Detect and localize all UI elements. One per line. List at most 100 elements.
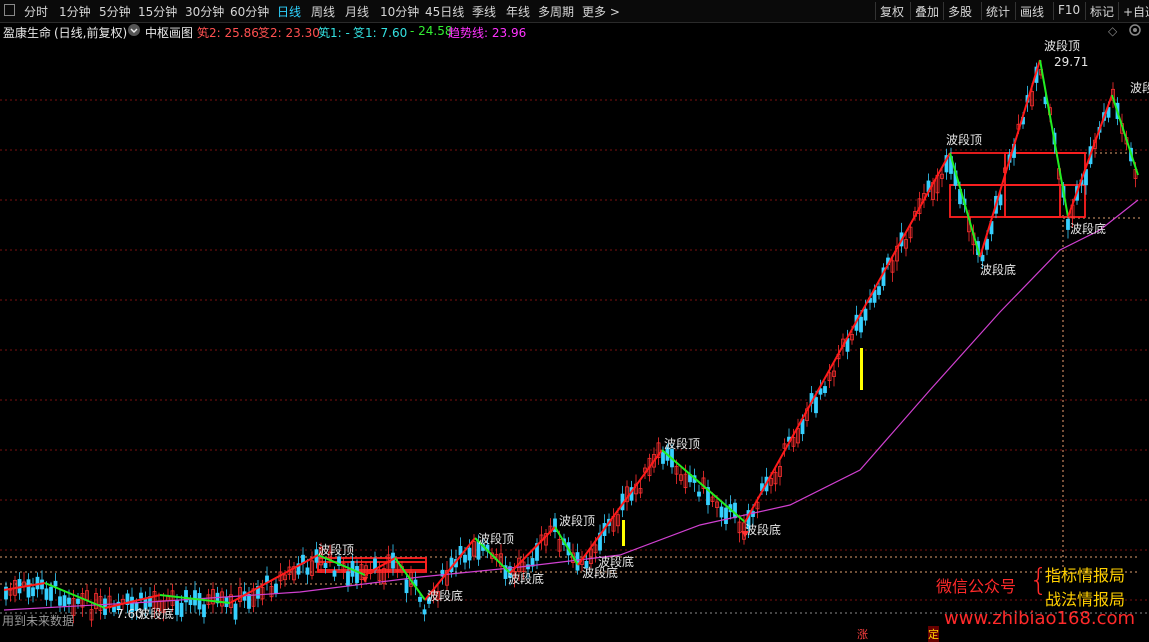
- toolbar-button-6[interactable]: 标记: [1090, 3, 1114, 20]
- period-tab-14[interactable]: 更多 >: [582, 3, 620, 20]
- candle-body: [188, 599, 193, 605]
- period-tab-2[interactable]: 5分钟: [99, 3, 131, 20]
- candle-body: [197, 593, 202, 610]
- wave-bottom-label-0: 波段底: [138, 606, 174, 621]
- indicator-value-4: - 24.58: [410, 24, 453, 38]
- candle-body: [49, 586, 53, 601]
- period-tab-3[interactable]: 15分钟: [138, 3, 177, 20]
- period-tab-13[interactable]: 多周期: [538, 3, 574, 20]
- candle-body: [305, 567, 310, 575]
- wave-bottom-label-7: 波段底: [1070, 221, 1106, 236]
- toolbar-button-1[interactable]: 叠加: [915, 3, 939, 20]
- toolbar-button-4[interactable]: 画线: [1020, 3, 1044, 20]
- candle-body: [332, 570, 337, 577]
- indicator-value-1: 笅2: 23.30: [258, 26, 320, 40]
- candle-body: [697, 491, 701, 497]
- zigzag-segment: [1067, 94, 1113, 218]
- indicator-value-3: 笅1: 7.60: [353, 26, 408, 40]
- period-tab-6[interactable]: 日线: [277, 3, 301, 20]
- toolbar-separator: [943, 2, 944, 20]
- candle-body: [418, 596, 422, 602]
- toolbar-button-3[interactable]: 统计: [986, 3, 1010, 20]
- candle-body: [233, 603, 238, 620]
- period-tab-1[interactable]: 1分钟: [59, 3, 91, 20]
- indicator-name[interactable]: 中枢画图: [145, 24, 193, 41]
- trend-line: [3, 199, 1139, 611]
- candle-body: [863, 308, 868, 321]
- period-label: (日线,前复权): [54, 26, 128, 40]
- promo-line2: 战法情报局: [1045, 590, 1126, 609]
- wave-top-label-1: 波段顶: [478, 531, 514, 546]
- indicator-value-5: 趋势线: 23.96: [448, 26, 527, 40]
- toolbar-button-0[interactable]: 复权: [880, 3, 904, 20]
- wave-top-label-3: 波段顶: [664, 436, 700, 451]
- candle-body: [175, 599, 179, 615]
- period-tab-5[interactable]: 60分钟: [230, 3, 269, 20]
- toolbar-separator: [1085, 2, 1086, 20]
- candle-body: [26, 579, 31, 598]
- candlestick-chart[interactable]: 波段顶波段顶波段顶波段顶波段顶波段顶波段顶波段底波段底波段底波段底波段底波段底波…: [0, 40, 1149, 636]
- high-value-label: 29.71: [1054, 55, 1088, 69]
- period-tab-10[interactable]: 45日线: [425, 3, 464, 20]
- toolbar-button-2[interactable]: 多股: [948, 3, 972, 20]
- period-tab-4[interactable]: 30分钟: [185, 3, 224, 20]
- toolbar-separator: [981, 2, 982, 20]
- candle-body: [193, 590, 197, 606]
- wave-bottom-label-4: 波段底: [598, 554, 634, 569]
- candle-body: [58, 596, 62, 606]
- indicator-value-0: 笂2: 25.86: [197, 26, 259, 40]
- candle-body: [31, 587, 35, 597]
- period-tab-11[interactable]: 季线: [472, 3, 496, 20]
- candle-body: [44, 588, 49, 600]
- candle-body: [346, 571, 350, 586]
- bottom-mark-zhang: 涨: [857, 628, 868, 641]
- footer-text: 用到未来数据: [2, 614, 75, 628]
- candle-body: [823, 386, 827, 393]
- wave-top-label-4: 波段顶: [946, 132, 982, 147]
- candle-body: [719, 506, 724, 518]
- period-toolbar: 分时 1分钟 5分钟 15分钟 30分钟 60分钟 日线 周线 月线 10分钟 45日线 季线 年线 多周…: [0, 0, 1149, 23]
- promo-line1: 指标情报局: [1045, 566, 1126, 585]
- period-tab-0[interactable]: 分时: [24, 3, 48, 20]
- settings-gear-icon[interactable]: [1128, 23, 1142, 40]
- toolbar-separator: [875, 2, 876, 20]
- toolbar-button-5[interactable]: F10: [1058, 3, 1080, 17]
- period-tab-7[interactable]: 周线: [311, 3, 335, 20]
- toolbar-separator: [910, 2, 911, 20]
- highlight-candle: [860, 348, 863, 390]
- wave-bottom-label-1: 波段底: [427, 588, 463, 603]
- panel-toggle-icon[interactable]: [4, 4, 15, 16]
- candle-body: [467, 547, 472, 561]
- zigzag-segment: [1111, 94, 1139, 176]
- candle-body: [404, 579, 409, 594]
- wave-top-label-2: 波段顶: [559, 513, 595, 528]
- candle-body: [877, 286, 881, 295]
- zigzag-segment: [661, 449, 746, 523]
- candle-body: [463, 554, 467, 563]
- candle-body: [62, 595, 67, 607]
- low-value-label: 7.60: [116, 607, 143, 621]
- promo-url: www.zhibiao168.com: [944, 608, 1136, 629]
- period-tab-9[interactable]: 10分钟: [380, 3, 419, 20]
- candle-body: [179, 602, 184, 617]
- zigzag-segment: [229, 554, 319, 604]
- candle-body: [355, 566, 359, 583]
- wave-bottom-label-6: 波段底: [980, 262, 1016, 277]
- indicator-value-2: 笂1: -: [318, 26, 350, 40]
- toolbar-separator: [1118, 2, 1119, 20]
- candle-body: [724, 507, 728, 524]
- indicator-info-bar: 盈康生命 (日线,前复权) 中枢画图 笂2: 25.86 笅2: 23.30 笂1:…: [0, 22, 1149, 40]
- zigzag-segment: [744, 152, 951, 523]
- stock-name[interactable]: 盈康生命: [3, 24, 51, 41]
- period-tab-8[interactable]: 月线: [345, 3, 369, 20]
- diamond-icon[interactable]: ◇: [1108, 24, 1117, 38]
- candle-body: [661, 451, 665, 464]
- toolbar-button-7[interactable]: +自选: [1123, 3, 1149, 20]
- wave-top-label-5: 波段顶: [1044, 40, 1080, 53]
- period-tab-12[interactable]: 年线: [506, 3, 530, 20]
- candle-body: [247, 594, 251, 609]
- indicator-dropdown-icon[interactable]: [127, 23, 141, 40]
- candle-body: [76, 598, 80, 604]
- candle-body: [323, 563, 328, 569]
- toolbar-separator: [1015, 2, 1016, 20]
